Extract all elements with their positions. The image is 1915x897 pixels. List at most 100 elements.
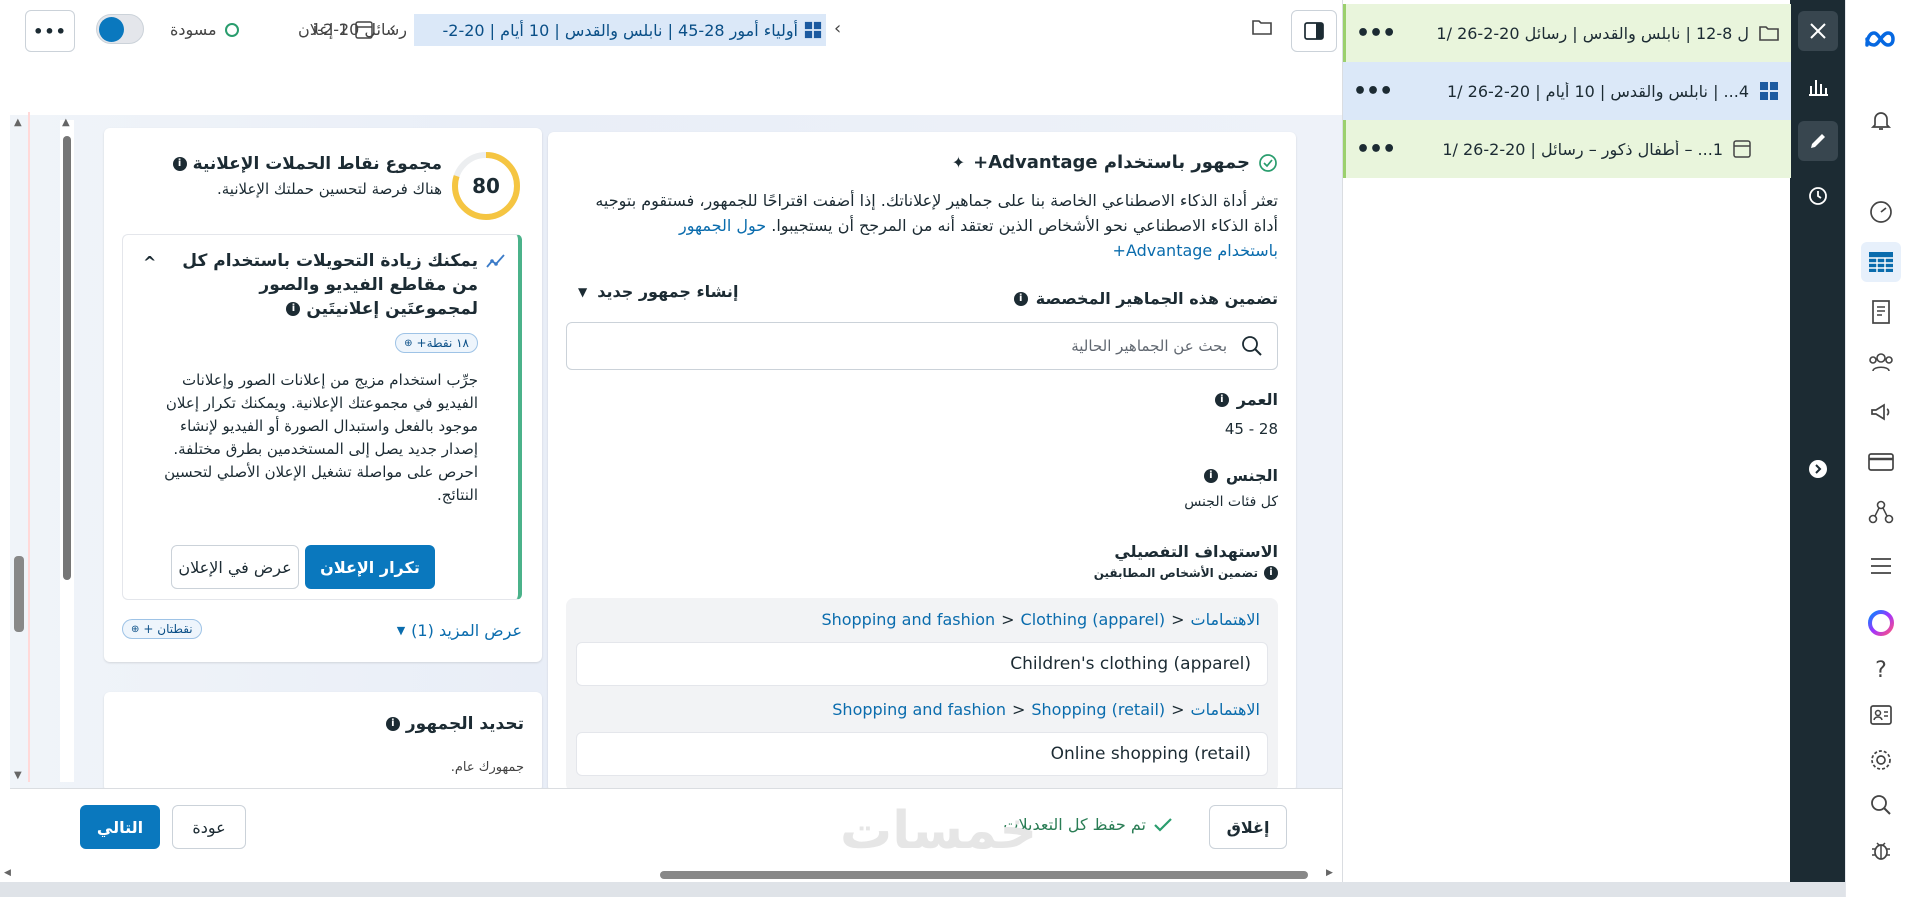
tree-item-campaign[interactable]: ل 8-12 | نابلس والقدس | رسائل 20-2-26 /1…: [1343, 4, 1791, 62]
audiences-icon[interactable]: [1861, 342, 1901, 382]
breadcrumb-adset[interactable]: أولياء أمور 28-45 | نابلس والقدس | 10 أي…: [414, 14, 826, 46]
interest-path-mid[interactable]: Clothing (apparel): [1021, 610, 1166, 629]
scroll-left-icon[interactable]: ◀: [4, 868, 11, 878]
left-panel-scrollbar[interactable]: [63, 136, 71, 580]
close-button[interactable]: إغلاق: [1209, 805, 1287, 849]
bug-report-icon[interactable]: [1861, 830, 1901, 870]
notifications-icon[interactable]: [1861, 100, 1901, 140]
interest-path-mid[interactable]: Shopping (retail): [1031, 700, 1165, 719]
show-more-link[interactable]: عرض المزيد (1) ▼: [397, 621, 522, 640]
menu-icon[interactable]: [1861, 546, 1901, 586]
create-audience-dropdown[interactable]: إنشاء جمهور جديد ▼: [578, 282, 738, 301]
ad-icon: [354, 20, 373, 39]
age-value[interactable]: 28 - 45: [1225, 420, 1278, 438]
meta-logo-icon[interactable]: [1861, 20, 1901, 60]
dashboard-icon[interactable]: [1861, 192, 1901, 232]
more-options-button[interactable]: •••: [25, 10, 75, 52]
billing-card-icon[interactable]: [1861, 442, 1901, 482]
info-icon[interactable]: i: [1214, 392, 1229, 407]
toggle-panel-icon[interactable]: [1291, 10, 1337, 52]
settings-gear-icon[interactable]: [1861, 740, 1901, 780]
interest-path-root[interactable]: الاهتمامات: [1191, 610, 1260, 629]
more-options-icon[interactable]: •••: [1356, 4, 1396, 62]
breadcrumb-ad[interactable]: 1 إعلان: [298, 20, 373, 39]
info-icon[interactable]: i: [1264, 566, 1278, 580]
info-icon[interactable]: i: [172, 157, 187, 171]
recommendation-chart-icon: [486, 253, 506, 269]
left-panel-scroll-track: [60, 120, 74, 782]
info-icon[interactable]: i: [385, 717, 400, 731]
recommendation-title-text: يمكنك زيادة التحويلات باستخدام كل من مقا…: [182, 251, 478, 319]
sparkle-icon: ✦: [951, 153, 966, 172]
interest-item[interactable]: Online shopping (retail): [576, 732, 1268, 776]
audience-definition-title-row: تحديد الجمهور i: [385, 714, 524, 734]
audience-definition-sub: جمهورك عام.: [450, 760, 524, 775]
detailed-targeting-sub: i تضمين الأشخاص المطابقين: [1094, 566, 1278, 580]
editor-toolbar: [1790, 0, 1845, 897]
interests-list: الاهتمامات < Clothing (apparel) < Shopping…: [566, 598, 1278, 792]
info-icon[interactable]: i: [1203, 468, 1218, 483]
main-nav-rail: ?: [1845, 0, 1915, 897]
points-pill: ⊕ +١٨ نقطة: [395, 333, 478, 353]
info-icon[interactable]: i: [1013, 291, 1028, 306]
duplicate-ad-button[interactable]: تكرار الإعلان: [305, 545, 435, 589]
view-in-ad-button[interactable]: عرض في الإعلان: [171, 545, 299, 589]
ads-manager-table-icon[interactable]: [1861, 242, 1901, 282]
edit-pencil-icon[interactable]: [1798, 121, 1838, 161]
tree-item-ad[interactable]: 1... – أطفال ذكور – رسائل | 20-2-26 /1 •…: [1343, 120, 1791, 178]
close-icon[interactable]: [1798, 11, 1838, 51]
create-audience-label: إنشاء جمهور جديد: [597, 282, 739, 301]
audience-definition-card: تحديد الجمهور i جمهورك عام.: [104, 692, 542, 792]
more-options-icon[interactable]: •••: [1356, 120, 1396, 178]
more-options-icon[interactable]: •••: [1353, 62, 1393, 120]
audience-card: جمهور باستخدام Advantage+ ✦ تعثر أداة ال…: [548, 132, 1296, 792]
interest-path-parent[interactable]: Shopping and fashion: [832, 700, 1006, 719]
business-settings-icon[interactable]: [1861, 492, 1901, 532]
help-icon[interactable]: ?: [1861, 650, 1901, 690]
more-points-value: + نقطتان: [143, 622, 193, 636]
chevron-right-icon: ›: [389, 18, 397, 39]
recommendation-body: جرِّب استخدام مزيج من إعلانات الصور وإعل…: [164, 371, 478, 504]
chevron-down-icon: ▼: [578, 284, 588, 299]
page-bottom-edge: [0, 882, 1845, 897]
expand-arrow-icon[interactable]: [1798, 449, 1838, 489]
scroll-up-icon[interactable]: ▲: [14, 117, 22, 128]
interest-path: الاهتمامات < Clothing (apparel) < Shopping…: [821, 610, 1260, 629]
score-gauge: 80: [450, 150, 522, 222]
audience-learn-link-2[interactable]: باستخدام Advantage+: [1113, 241, 1278, 260]
page-scrollbar[interactable]: [14, 556, 24, 632]
status-badge: مسودة: [170, 20, 239, 39]
scroll-right-icon[interactable]: ▶: [1326, 868, 1333, 878]
interest-item[interactable]: Children's clothing (apparel): [576, 642, 1268, 686]
meta-ai-icon[interactable]: [1861, 603, 1901, 643]
next-button[interactable]: التالي: [80, 805, 160, 849]
pages-icon[interactable]: [1861, 292, 1901, 332]
horizontal-scrollbar[interactable]: [660, 871, 1308, 879]
detailed-include-label: تضمين الأشخاص المطابقين: [1093, 566, 1258, 580]
watermark: خمسات: [840, 801, 1038, 861]
back-button[interactable]: عودة: [172, 805, 246, 849]
audience-description: تعثر أداة الذكاء الاصطناعي الخاصة بنا عل…: [578, 188, 1278, 263]
charts-icon[interactable]: [1798, 66, 1838, 106]
audience-search-input[interactable]: بحث عن الجماهير الحالية: [566, 322, 1278, 370]
audience-learn-link[interactable]: حول الجمهور: [679, 216, 766, 235]
gender-value[interactable]: كل فئات الجنس: [1184, 494, 1278, 510]
search-icon[interactable]: [1861, 785, 1901, 825]
interest-path-parent[interactable]: Shopping and fashion: [821, 610, 995, 629]
history-clock-icon[interactable]: [1798, 176, 1838, 216]
scroll-up-icon[interactable]: ▲: [62, 117, 70, 128]
interest-path-root[interactable]: الاهتمامات: [1191, 700, 1260, 719]
tree-item-adset[interactable]: 4... | نابلس والقدس | 10 أيام | 20-2-26 …: [1343, 62, 1791, 120]
status-label: مسودة: [170, 20, 217, 39]
collapse-chevron-up-icon[interactable]: ^: [143, 253, 156, 272]
custom-audiences-row: تضمين هذه الجماهير المخصصة i: [1013, 289, 1278, 308]
scroll-down-icon[interactable]: ▼: [14, 770, 22, 781]
check-icon: [1154, 817, 1172, 832]
interest-path: الاهتمامات < Shopping (retail) < Shopping …: [832, 700, 1260, 719]
publish-toggle[interactable]: [96, 14, 144, 44]
account-icon[interactable]: [1861, 695, 1901, 735]
megaphone-icon[interactable]: [1861, 392, 1901, 432]
adset-grid-icon: [804, 21, 822, 39]
score-card: 80 مجموع نقاط الحملات الإعلانية i هناك ف…: [104, 128, 542, 662]
info-icon[interactable]: i: [286, 302, 301, 316]
